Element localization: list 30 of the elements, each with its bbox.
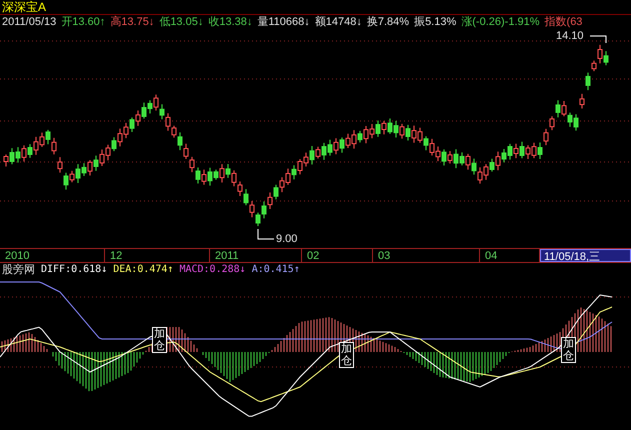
indicator-value: MACD:0.288↓: [179, 263, 246, 277]
signal-label: 加仓: [152, 327, 167, 354]
cursor-date: 11/05/18,三: [540, 249, 631, 262]
quote-item: 指数(63: [544, 15, 582, 29]
axis-label: 02: [302, 249, 373, 262]
low-price-label: 9.00: [276, 232, 298, 246]
quote-item: 额14748↓: [314, 15, 362, 29]
indicator-value: DIFF:0.618↓: [41, 263, 108, 277]
quote-item: 涨(-0.26)-1.91%: [461, 15, 540, 29]
axis-label: 2010: [0, 249, 105, 262]
quote-item: 量110668↓: [257, 15, 310, 29]
axis-label: 12: [105, 249, 210, 262]
signal-label: 加仓: [339, 342, 354, 368]
quote-item: 换7.84%: [366, 15, 410, 29]
signal-label: 加仓: [561, 337, 576, 364]
quote-date: 2011/05/13: [2, 15, 56, 29]
quote-item: 高13.75↓: [110, 15, 154, 29]
indicator-value: DEA:0.474↑: [113, 263, 174, 277]
quote-item: 低13.05↓: [159, 15, 204, 29]
indicator-value: A:0.415↑: [252, 263, 300, 277]
quote-item: 振5.13%: [414, 15, 456, 29]
leader-line: [258, 228, 274, 240]
quote-item: 开13.60↑: [61, 15, 106, 29]
high-price-label: 14.10: [556, 29, 584, 43]
stock-title: 深深宝A: [2, 0, 46, 14]
indicator-name: 股旁网: [2, 263, 35, 277]
axis-label: 03: [373, 249, 480, 262]
leader-line: [590, 36, 606, 44]
axis-label: 2011: [210, 249, 302, 262]
quote-item: 收13.38↓: [208, 15, 252, 29]
